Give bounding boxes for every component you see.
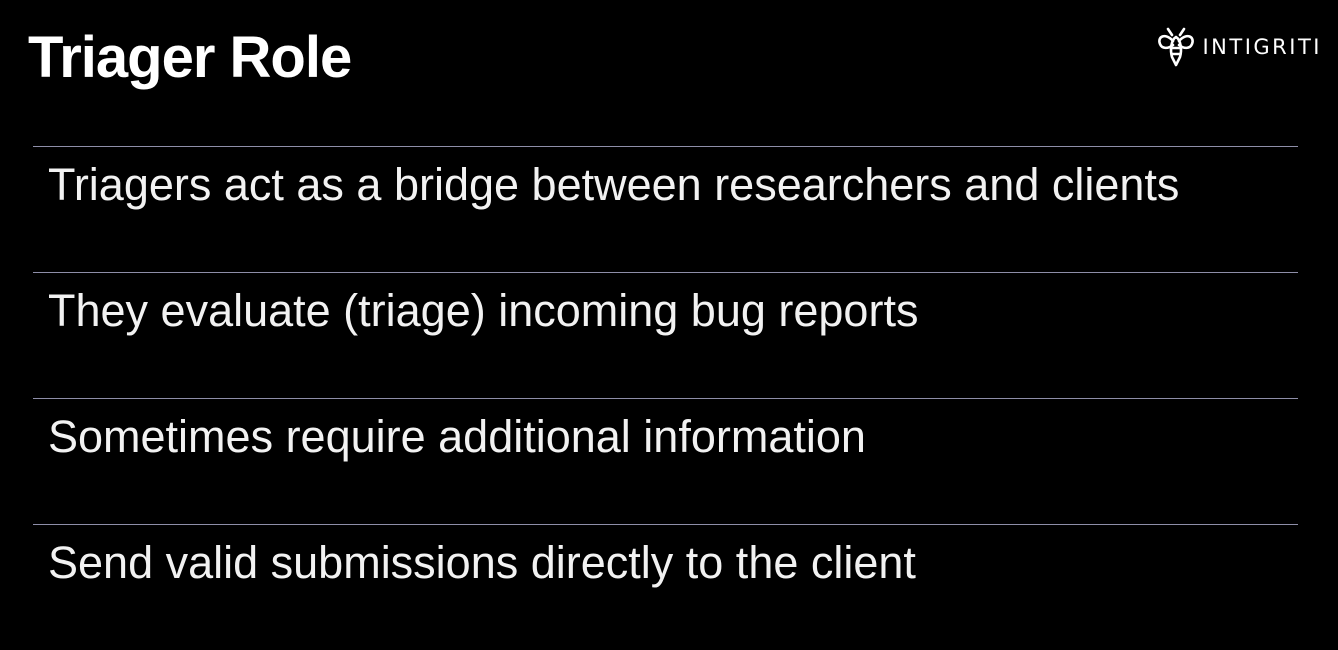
list-item: Send valid submissions directly to the c… — [33, 524, 1298, 650]
bullet-text: They evaluate (triage) incoming bug repo… — [48, 285, 919, 336]
bee-icon — [1156, 26, 1196, 68]
intigriti-logo: INTIGRITI — [1156, 26, 1322, 68]
logo-wordmark: INTIGRITI — [1202, 35, 1322, 59]
slide-title: Triager Role — [28, 25, 352, 90]
bullet-list: Triagers act as a bridge between researc… — [33, 146, 1298, 650]
list-item: Sometimes require additional information — [33, 398, 1298, 524]
bullet-text: Send valid submissions directly to the c… — [48, 537, 916, 588]
bullet-text: Sometimes require additional information — [48, 411, 866, 462]
list-item: They evaluate (triage) incoming bug repo… — [33, 272, 1298, 398]
list-item: Triagers act as a bridge between researc… — [33, 146, 1298, 272]
bullet-text: Triagers act as a bridge between researc… — [48, 159, 1180, 210]
